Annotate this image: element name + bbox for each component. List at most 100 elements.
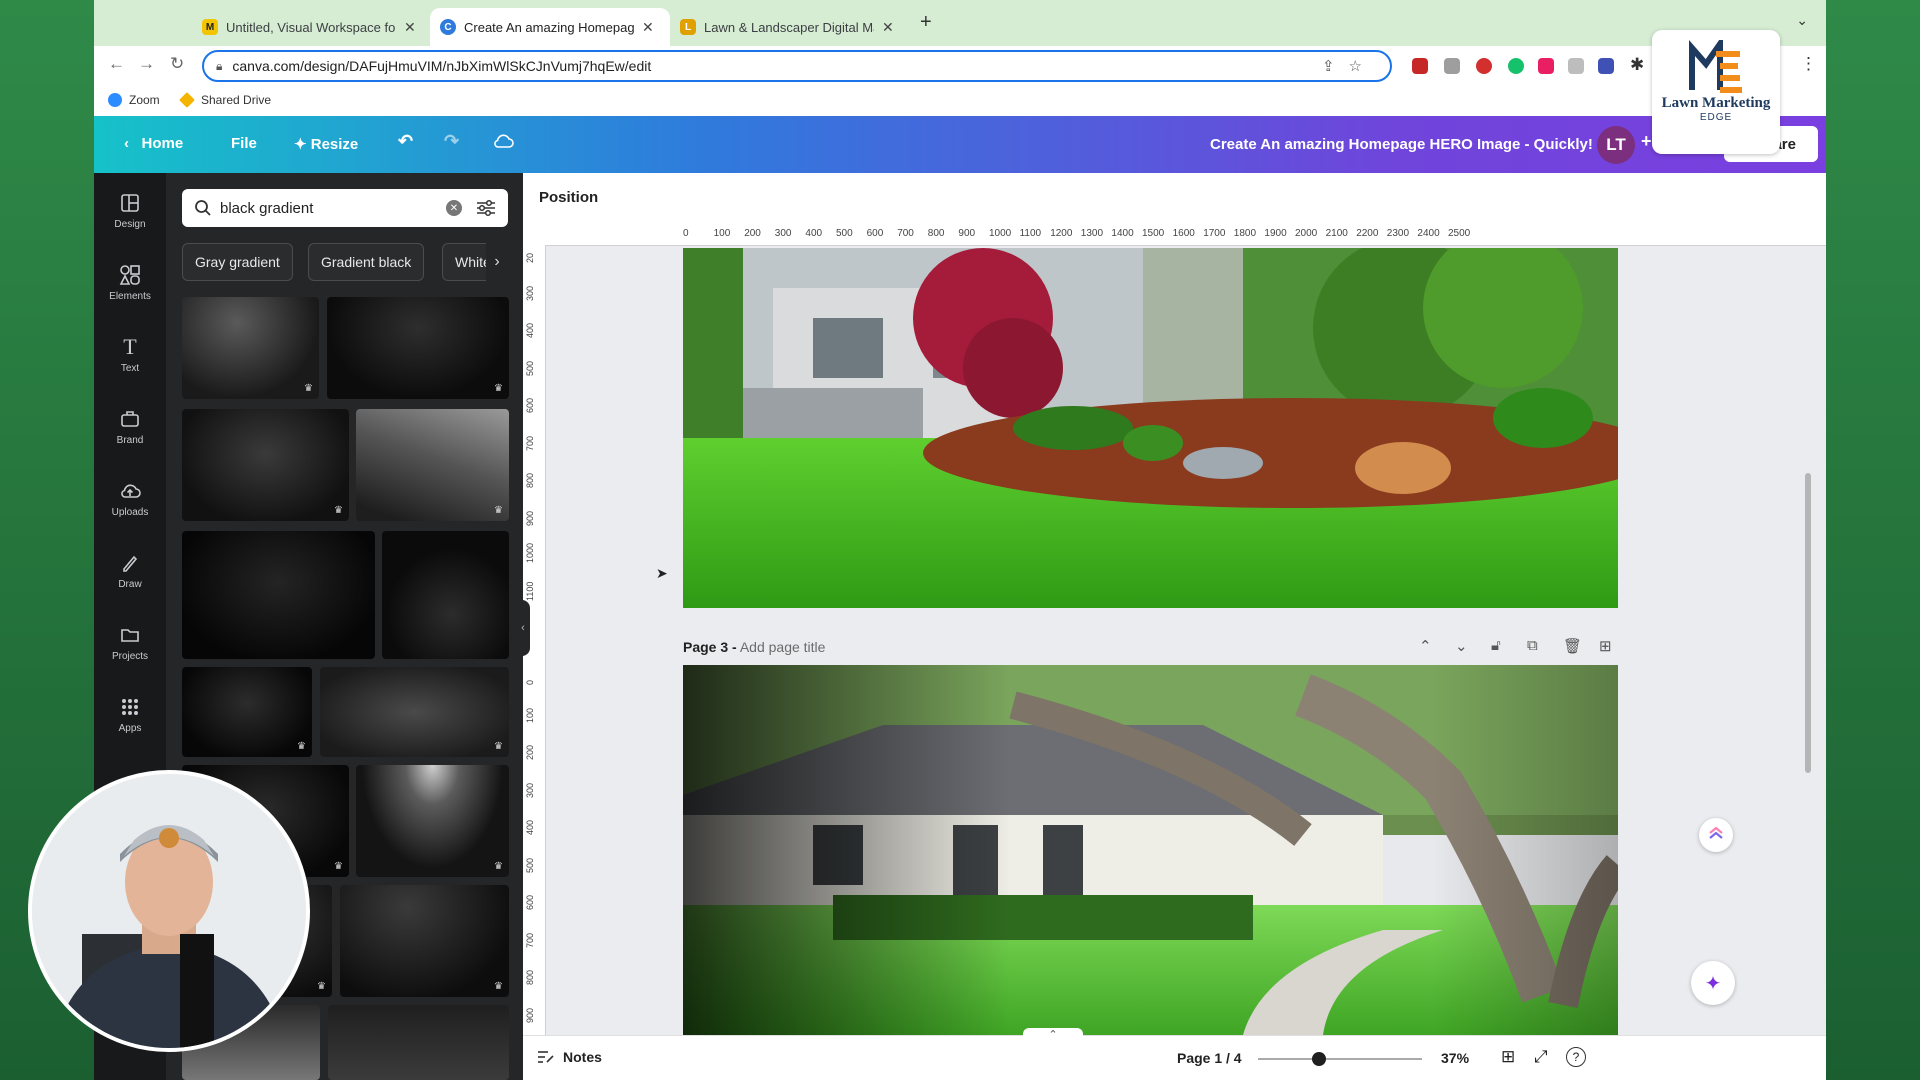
ruler-tick-label: 700 [525,932,535,948]
avatar[interactable]: LT [1597,126,1635,164]
extension-icon[interactable] [1476,58,1492,74]
add-page-icon[interactable]: ⊞ [1599,637,1612,655]
ruler-tick-label: 600 [525,397,535,413]
canvas-scrollbar[interactable] [1805,473,1811,773]
reload-icon[interactable]: ↻ [170,54,184,74]
gradient-thumbnail[interactable] [182,531,375,659]
rail-label: Apps [118,723,142,734]
suggestion-chips: Gray gradient Gradient black White gradi… [182,243,508,281]
lawn-marketing-edge-logo: Lawn Marketing EDGE [1652,30,1780,154]
close-tab-icon[interactable]: ✕ [642,19,654,36]
ruler-tick-label: 800 [525,472,535,488]
gradient-thumbnail[interactable]: ♛ [327,297,509,399]
grammarly-icon[interactable] [1508,58,1524,74]
back-icon[interactable]: ← [108,54,125,74]
new-tab-button[interactable]: + [920,11,932,34]
notes-button[interactable]: Notes [537,1049,602,1065]
redo-icon[interactable]: ↷ [444,131,459,152]
page-3-image[interactable] [683,665,1618,1035]
tab-label: Lawn & Landscaper Digital Ma [704,19,874,35]
page-3-title[interactable]: Page 3 - Add page title [683,639,825,655]
chevron-right-icon[interactable]: › [486,243,508,281]
folder-icon [94,623,166,647]
gradient-thumbnail[interactable]: ♛ [182,667,312,757]
zoom-level[interactable]: 37% [1441,1050,1469,1066]
duplicate-page-icon[interactable]: ⧉ [1527,637,1538,654]
bookmark-shared-drive[interactable]: Shared Drive [179,92,272,108]
puzzle-extensions-icon[interactable]: ✱ [1630,55,1644,75]
undo-icon[interactable]: ↶ [398,131,413,152]
share-and-bookmark-icons[interactable]: ⇪☆ [1322,57,1376,75]
magic-assistant-icon[interactable]: ✦ [1691,961,1735,1005]
filter-icon[interactable] [476,199,496,217]
close-tab-icon[interactable]: ✕ [404,19,416,36]
expand-pages-chevron-icon[interactable]: ⌃ [1023,1028,1083,1041]
gradient-thumbnail[interactable]: ♛ [182,409,349,521]
move-page-up-icon[interactable]: ⌃ [1419,637,1432,655]
extension-icon[interactable] [1568,58,1584,74]
rail-uploads[interactable]: Uploads [94,479,166,518]
address-bar[interactable]: 🔒︎ canva.com/design/DAFujHmuVIM/nJbXimWl… [202,50,1392,82]
tab-search-chevron-icon[interactable]: ⌄ [1796,12,1808,29]
rail-label: Uploads [111,507,149,518]
extension-icon[interactable] [1538,58,1554,74]
gradient-thumbnail[interactable]: ♛ [182,297,319,399]
file-menu-button[interactable]: File [231,135,257,152]
rail-elements[interactable]: Elements [94,263,166,302]
bookmark-label: Shared Drive [201,93,272,107]
forward-icon[interactable]: → [138,54,155,74]
rail-draw[interactable]: Draw [94,551,166,590]
position-button[interactable]: Position [539,189,598,206]
gradient-thumbnail[interactable] [382,531,509,659]
move-page-down-icon[interactable]: ⌄ [1455,637,1468,655]
page-indicator[interactable]: Page 1 / 4 [1177,1050,1242,1066]
help-icon[interactable]: ? [1566,1047,1586,1067]
zoom-slider[interactable] [1258,1052,1422,1066]
cloud-saved-icon[interactable] [492,132,514,154]
extension-icon[interactable] [1598,58,1614,74]
rail-projects[interactable]: Projects [94,623,166,662]
gradient-thumbnail[interactable]: ♛ [340,885,509,997]
rail-apps[interactable]: Apps [94,695,166,734]
url-text: canva.com/design/DAFujHmuVIM/nJbXimWlSkC… [232,58,652,74]
tab-canva[interactable]: C Create An amazing Homepage ✕ [430,8,670,46]
collapse-panel-handle[interactable]: ‹ [516,600,530,656]
spotlight-thumbnail[interactable]: ♛ [356,765,509,877]
zoom-slider-handle[interactable] [1311,1052,1326,1066]
clickup-extension-icon[interactable] [1699,818,1733,852]
gradient-thumbnail[interactable]: ♛ [320,667,509,757]
design-title[interactable]: Create An amazing Homepage HERO Image - … [1210,136,1593,153]
ruler-tick-label: 1200 [1050,228,1073,239]
lock-page-icon[interactable]: 🔓︎ [1491,637,1501,654]
layout-icon [94,191,166,215]
resize-button[interactable]: ✦ Resize [294,135,358,153]
tab-lawn[interactable]: L Lawn & Landscaper Digital Ma ✕ [670,8,910,46]
fullscreen-icon[interactable]: ⤢ [1534,1047,1548,1067]
ruler-tick-label: 200 [525,744,535,760]
crown-icon: ♛ [494,981,503,992]
rail-design[interactable]: Design [94,191,166,230]
browser-menu-icon[interactable]: ⋮ [1800,54,1817,74]
chip-gradient-black[interactable]: Gradient black [308,243,425,281]
home-button[interactable]: ‹ Home [124,135,183,152]
add-collaborator-icon[interactable]: + [1641,131,1652,152]
grid-view-icon[interactable]: ⊞ [1501,1047,1515,1067]
extension-icon[interactable] [1412,58,1428,74]
search-input[interactable]: black gradient [220,200,446,217]
camera-extension-icon[interactable] [1444,58,1460,74]
ruler-tick-label: 1300 [1080,228,1104,239]
gradient-thumbnail[interactable] [328,1005,509,1080]
rail-text[interactable]: T Text [94,334,166,374]
search-box[interactable]: black gradient ✕ [182,189,508,227]
page-2-image[interactable] [683,248,1618,608]
ruler-tick-label: 1000 [525,542,535,563]
gradient-thumbnail[interactable]: ♛ [356,409,509,521]
rail-brand[interactable]: Brand [94,407,166,446]
delete-page-icon[interactable]: 🗑︎ [1563,637,1582,655]
bookmark-zoom[interactable]: Zoom [108,93,160,107]
tab-miro[interactable]: M Untitled, Visual Workspace for ✕ [192,8,448,46]
close-tab-icon[interactable]: ✕ [882,19,894,36]
ruler-tick-label: 300 [525,782,535,798]
clear-search-icon[interactable]: ✕ [446,200,462,216]
chip-gray-gradient[interactable]: Gray gradient [182,243,293,281]
